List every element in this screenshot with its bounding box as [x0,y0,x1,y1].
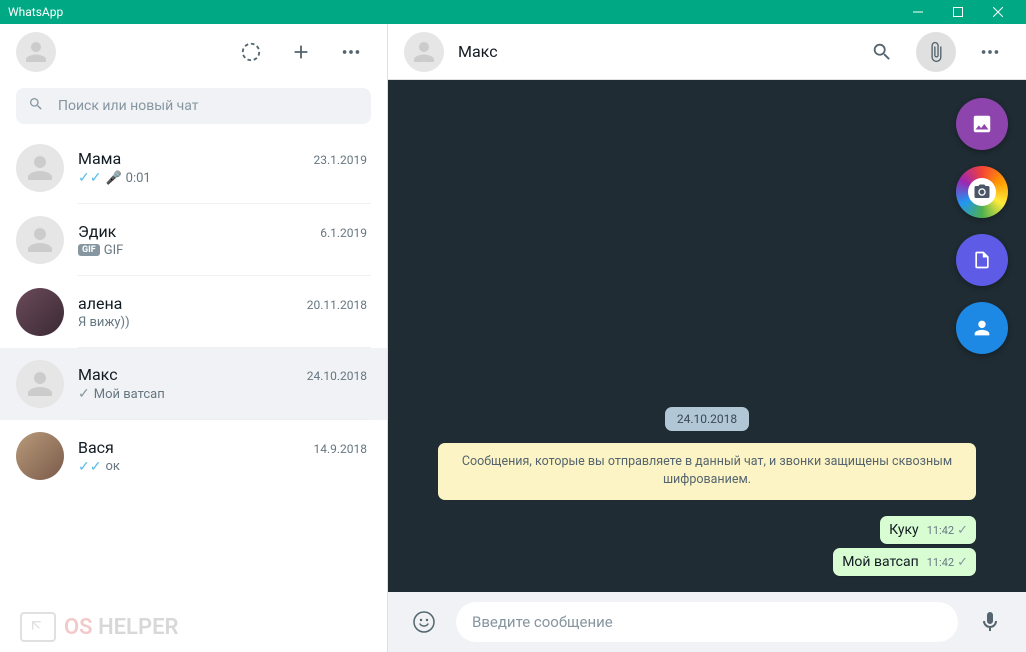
message-time: 11:42 [927,524,954,537]
status-icon[interactable] [231,32,271,72]
avatar [16,432,64,480]
chat-item-edik[interactable]: Эдик 6.1.2019 GIF GIF [0,204,387,276]
date-divider: 24.10.2018 [665,407,749,431]
chat-name: Мама [78,149,121,168]
menu-icon[interactable] [331,32,371,72]
chat-preview: 0:01 [126,171,151,186]
avatar [16,216,64,264]
sidebar-header [0,24,387,80]
message-out[interactable]: Мой ватсап 11:42✓ [833,548,976,576]
emoji-icon[interactable] [404,602,444,642]
sent-tick-icon: ✓ [78,386,90,402]
message-time: 11:42 [927,556,954,569]
chat-item-maks[interactable]: Макс 24.10.2018 ✓ Мой ватсап [0,348,387,420]
gif-badge: GIF [78,244,100,256]
message-out[interactable]: Куку 11:42✓ [880,516,976,544]
chat-date: 20.11.2018 [307,298,367,312]
chat-date: 24.10.2018 [307,369,367,383]
chat-search-icon[interactable] [862,32,902,72]
message-input[interactable] [456,602,958,642]
attach-document-button[interactable] [956,234,1008,286]
chat-item-mama[interactable]: Мама 23.1.2019 ✓✓ 🎤 0:01 [0,132,387,204]
attach-menu [956,98,1008,354]
window-minimize-button[interactable] [898,0,938,24]
new-chat-icon[interactable] [281,32,321,72]
chat-name: Макс [78,365,118,384]
sidebar: Мама 23.1.2019 ✓✓ 🎤 0:01 Эдик 6.1.2019 GIF GI… [0,24,388,652]
chat-preview: ок [105,459,119,474]
attach-gallery-button[interactable] [956,98,1008,150]
avatar [16,360,64,408]
message-text: Мой ватсап [842,554,918,570]
chat-menu-icon[interactable] [970,32,1010,72]
search-container [0,80,387,132]
chat-date: 23.1.2019 [313,153,367,167]
chat-item-alena[interactable]: алена 20.11.2018 Я вижу)) [0,276,387,348]
read-ticks-icon: ✓✓ [78,459,101,475]
window-close-button[interactable] [978,0,1018,24]
chat-name: алена [78,294,122,313]
chat-preview: Мой ватсап [94,387,165,402]
voice-record-icon[interactable] [970,602,1010,642]
read-ticks-icon: ✓✓ [78,170,101,186]
window-titlebar: WhatsApp [0,0,1026,24]
avatar [16,288,64,336]
chat-date: 6.1.2019 [320,226,367,240]
chat-item-vasya[interactable]: Вася 14.9.2018 ✓✓ ок [0,420,387,492]
contact-avatar[interactable] [404,32,444,72]
message-composer [388,592,1026,652]
chat-preview: Я вижу)) [78,315,130,330]
chat-panel: Макс 24.10.2018 Сообщения, которые вы от… [388,24,1026,652]
attach-camera-button[interactable] [956,166,1008,218]
sent-tick-icon: ✓ [957,523,968,538]
chat-date: 14.9.2018 [313,442,367,456]
search-input[interactable] [58,98,359,114]
mic-icon: 🎤 [105,171,121,186]
window-maximize-button[interactable] [938,0,978,24]
chat-name: Вася [78,438,114,457]
encryption-notice: Сообщения, которые вы отправляете в данн… [438,443,976,501]
chat-list: Мама 23.1.2019 ✓✓ 🎤 0:01 Эдик 6.1.2019 GIF GI… [0,132,387,652]
window-title: WhatsApp [8,5,898,19]
sent-tick-icon: ✓ [957,555,968,570]
search-icon [28,96,44,116]
attach-icon[interactable] [916,32,956,72]
messages-area: 24.10.2018 Сообщения, которые вы отправл… [388,80,1026,592]
chat-header: Макс [388,24,1026,80]
attach-contact-button[interactable] [956,302,1008,354]
avatar [16,144,64,192]
my-avatar[interactable] [16,32,56,72]
message-text: Куку [889,522,919,538]
chat-preview: GIF [104,243,124,258]
chat-title: Макс [458,42,848,61]
chat-name: Эдик [78,222,116,241]
